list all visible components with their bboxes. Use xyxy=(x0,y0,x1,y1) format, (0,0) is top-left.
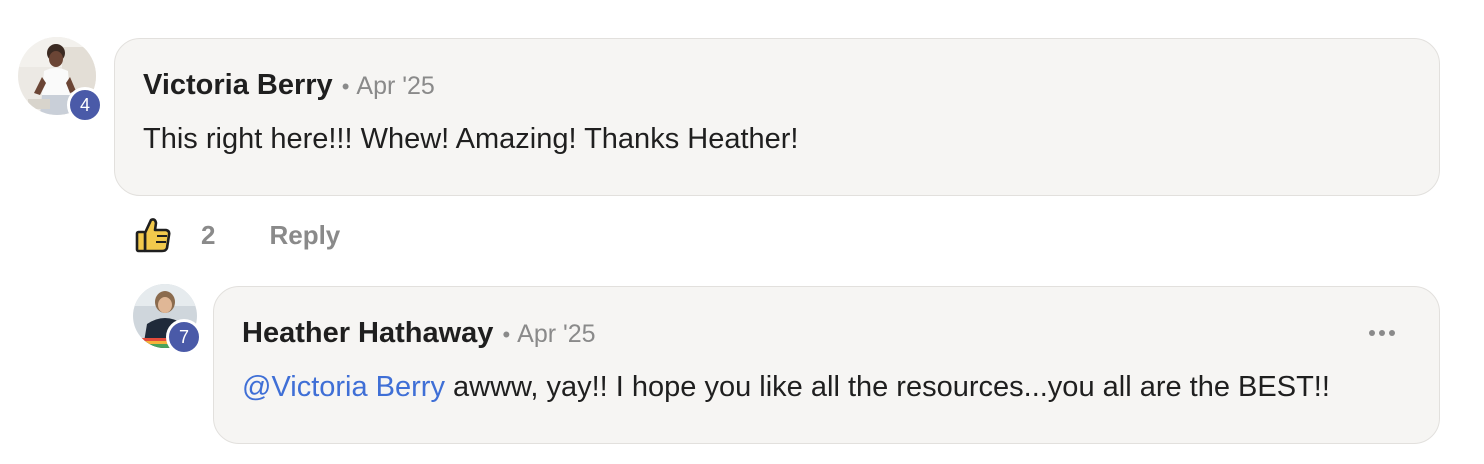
comment-author[interactable]: Victoria Berry xyxy=(143,69,333,102)
comment-bubble: Victoria Berry • Apr '25 This right here… xyxy=(114,38,1440,196)
reply-text: @Victoria Berry awww, yay!! I hope you l… xyxy=(242,371,1330,404)
user-level-badge: 7 xyxy=(166,319,202,355)
reply-date[interactable]: Apr '25 xyxy=(517,320,595,349)
reply-author[interactable]: Heather Hathaway xyxy=(242,317,493,350)
reply-meta: Heather Hathaway • Apr '25 xyxy=(242,317,596,350)
reply-bubble: Heather Hathaway • Apr '25 @Victoria Ber… xyxy=(213,286,1440,444)
thumbs-up-icon[interactable] xyxy=(135,216,171,254)
like-count: 2 xyxy=(201,219,216,250)
user-level-badge: 4 xyxy=(67,87,103,123)
meta-separator: • xyxy=(502,322,511,347)
comment-text: This right here!!! Whew! Amazing! Thanks… xyxy=(143,123,798,156)
comment-date[interactable]: Apr '25 xyxy=(356,72,434,101)
comment-actions: 2 Reply xyxy=(135,216,340,254)
user-mention-link[interactable]: @Victoria Berry xyxy=(242,371,445,403)
more-options-icon[interactable] xyxy=(1369,330,1395,336)
meta-separator: • xyxy=(341,74,350,99)
comment-meta: Victoria Berry • Apr '25 xyxy=(143,69,435,102)
reply-button[interactable]: Reply xyxy=(269,220,340,251)
comment-thread: 4 Victoria Berry • Apr '25 This right he… xyxy=(0,0,1484,464)
reply-body: awww, yay!! I hope you like all the reso… xyxy=(444,371,1330,403)
comment-body: This right here!!! Whew! Amazing! Thanks… xyxy=(143,123,799,155)
